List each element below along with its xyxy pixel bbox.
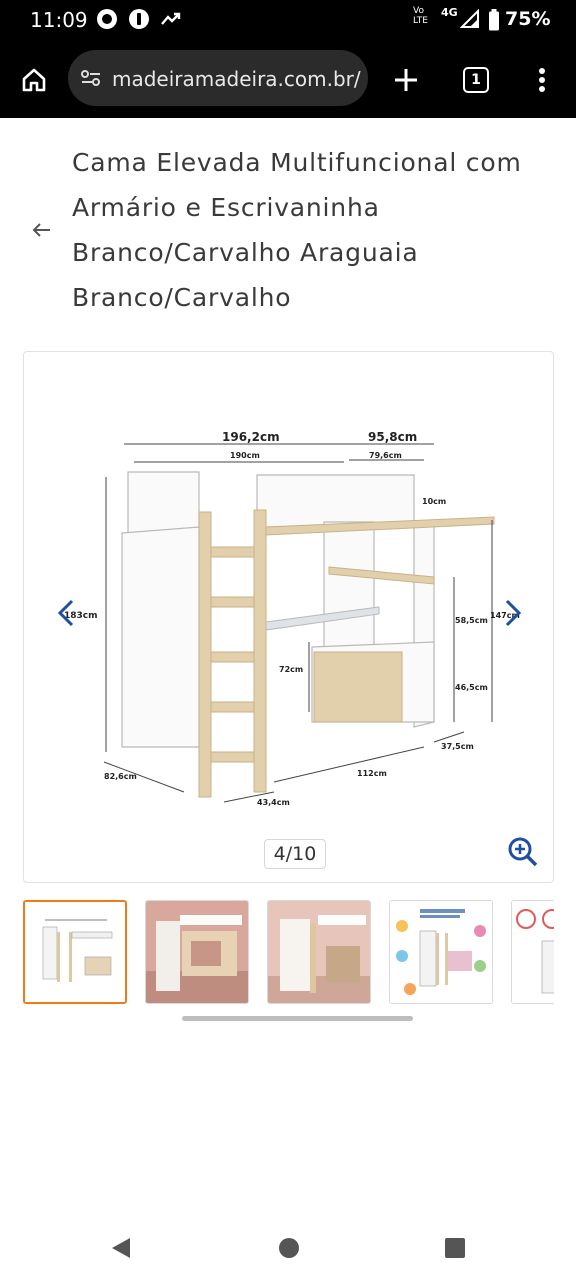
signal-icon [459,8,480,34]
nav-home-icon[interactable] [278,1237,300,1264]
dim-cabinet-height: 46,5cm [455,683,488,692]
product-diagram: 196,2cm 190cm 95,8cm 79,6cm 10cm 183cm 1… [64,430,520,807]
battery-icon [488,9,500,36]
status-time: 11:09 [30,8,88,32]
network-type: 4G [441,6,458,19]
thumb-dimensions[interactable] [23,900,127,1004]
back-arrow-icon[interactable] [28,216,56,244]
url-bar[interactable]: madeiramadeira.com.br/ [68,50,368,106]
dim-shelf-gap: 58,5cm [455,616,488,625]
system-nav-bar [0,1200,576,1280]
url-text: madeiramadeira.com.br/ [112,67,361,91]
whatsapp-icon [96,8,118,35]
status-bar: 11:09 Vo LTE 4G 75% [0,0,576,42]
thumb-features[interactable] [389,900,493,1004]
new-tab-icon[interactable] [388,62,424,98]
thumb-measurements[interactable] [511,900,554,1004]
nav-back-icon[interactable] [110,1236,132,1265]
tab-count: 1 [463,67,489,93]
nav-recents-icon[interactable] [444,1237,466,1264]
next-image-chevron-icon[interactable] [501,598,525,628]
dim-wardrobe-depth: 82,6cm [104,772,137,781]
product-image-card[interactable]: 196,2cm 190cm 95,8cm 79,6cm 10cm 183cm 1… [23,351,554,883]
product-title: Cama Elevada Multifuncional com Armário … [72,148,522,312]
dim-desk-height: 72cm [279,665,303,674]
dim-bed-length: 190cm [230,451,260,460]
dim-desk-length: 112cm [357,769,387,778]
zoom-in-icon[interactable] [507,836,539,868]
battery-percent: 75% [505,8,551,30]
thumb-room-wardrobe[interactable] [267,900,371,1004]
dim-top-depth: 95,8cm [368,430,417,444]
dim-base-depth: 37,5cm [441,742,474,751]
thumbnail-scrollbar[interactable] [182,1016,413,1021]
dim-total-width: 196,2cm [222,430,280,444]
dim-rail-height: 10cm [422,497,446,506]
dim-inner-depth: 79,6cm [369,451,402,460]
thumbnail-strip[interactable] [23,900,554,1004]
tab-switcher-icon[interactable]: 1 [458,62,494,98]
shield-icon [128,8,150,35]
browser-toolbar: madeiramadeira.com.br/ 1 [0,42,576,118]
menu-icon[interactable] [528,62,556,98]
network-label: Vo LTE [413,6,428,26]
previous-image-chevron-icon[interactable] [54,598,78,628]
thumb-room-pink[interactable] [145,900,249,1004]
site-settings-icon[interactable] [80,67,102,94]
dim-ladder-width: 43,4cm [257,798,290,807]
home-icon[interactable] [16,62,52,98]
image-counter: 4/10 [264,839,326,869]
trending-icon [160,8,182,35]
